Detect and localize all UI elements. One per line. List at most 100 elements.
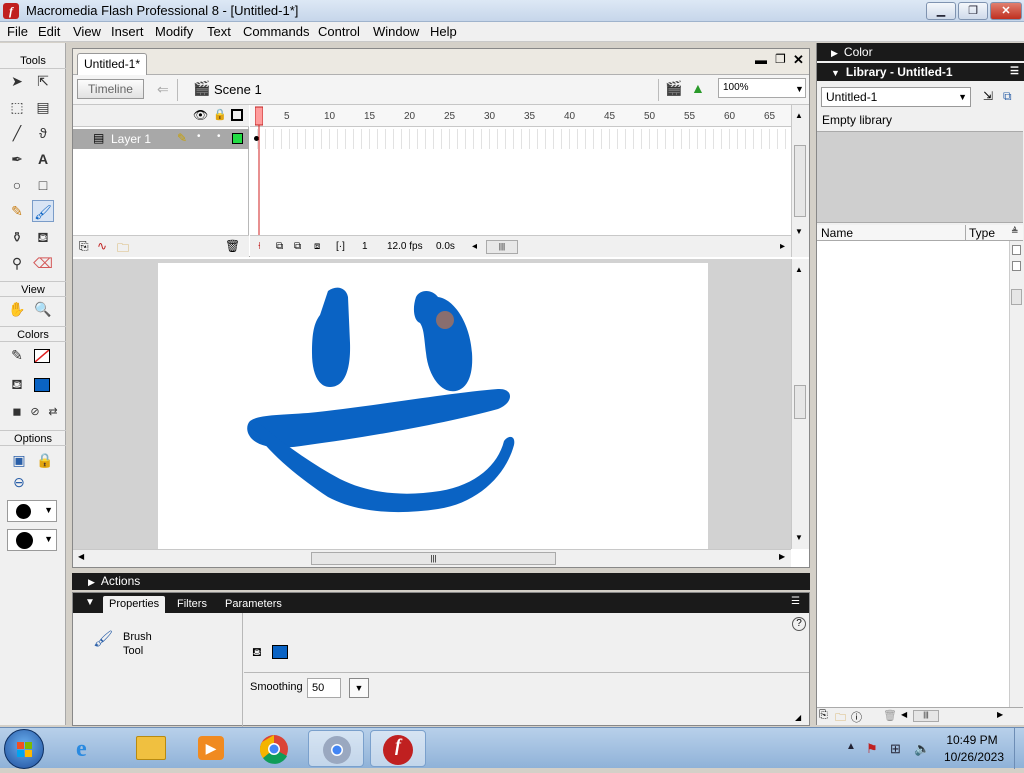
doc-restore-button[interactable]: ❐ <box>775 52 786 66</box>
pencil-tool-icon[interactable]: ✎ <box>6 200 28 222</box>
taskbar-chrome[interactable] <box>246 730 302 767</box>
panel-options-icon[interactable]: ☰ <box>791 596 800 607</box>
props-fill-swatch[interactable] <box>272 645 288 659</box>
taskbar-file-explorer[interactable] <box>124 730 180 767</box>
menu-modify[interactable]: Modify <box>155 24 193 39</box>
library-panel-header[interactable]: ▼ Library - Untitled-1 ☰ <box>817 63 1024 81</box>
menu-commands[interactable]: Commands <box>243 24 309 39</box>
lock-dot-icon[interactable]: • <box>217 131 221 142</box>
taskbar-media-player[interactable]: ▶ <box>184 730 240 767</box>
volume-icon[interactable]: 🔈 <box>914 741 930 757</box>
brush-size-select[interactable]: ▼ <box>7 500 57 522</box>
menu-edit[interactable]: Edit <box>38 24 60 39</box>
tab-properties[interactable]: Properties <box>103 596 166 613</box>
timeline-vscroll[interactable]: ▲ ▼ <box>791 105 809 257</box>
ink-bottle-tool-icon[interactable]: ⚱ <box>6 226 28 248</box>
narrow-view-icon[interactable] <box>1012 261 1021 271</box>
actions-panel-header[interactable]: ▶ Actions <box>72 573 810 590</box>
lock-icon[interactable]: 🔒 <box>213 108 227 121</box>
column-type[interactable]: Type <box>969 226 995 240</box>
lock-fill-icon[interactable]: 🔒 <box>34 449 56 471</box>
edit-symbols-icon[interactable]: ▲ <box>691 80 705 96</box>
library-list[interactable] <box>817 241 1009 707</box>
smoothing-dropdown-button[interactable]: ▼ <box>349 678 369 698</box>
delete-item-icon[interactable]: 🗑 <box>883 709 897 722</box>
insert-layer-icon[interactable]: ⎘ <box>79 239 89 254</box>
free-transform-tool-icon[interactable]: ⬚ <box>6 96 28 118</box>
layer-outline-color-icon[interactable] <box>232 133 243 144</box>
lasso-tool-icon[interactable]: ϑ <box>32 122 54 144</box>
minimize-button[interactable]: ▁ <box>926 2 956 20</box>
smoothing-input[interactable]: 50 <box>307 678 341 698</box>
selection-tool-icon[interactable]: ➤ <box>6 70 28 92</box>
menu-insert[interactable]: Insert <box>111 24 144 39</box>
doc-close-button[interactable]: ✕ <box>793 52 804 68</box>
new-library-panel-icon[interactable]: ⧉ <box>1003 89 1012 104</box>
action-center-icon[interactable]: ⚑ <box>866 741 878 757</box>
color-panel-header[interactable]: ▶ Color <box>817 43 1024 61</box>
delete-layer-icon[interactable]: 🗑 <box>225 239 240 253</box>
help-icon[interactable]: ? <box>792 617 806 631</box>
library-vscroll-thumb[interactable] <box>1011 289 1022 305</box>
library-hscroll-thumb[interactable]: ||| <box>913 710 939 722</box>
layer-name[interactable]: Layer 1 <box>111 132 151 146</box>
subselection-tool-icon[interactable]: ⇱ <box>32 70 54 92</box>
close-button[interactable]: ✕ <box>990 2 1022 20</box>
taskbar-internet-explorer[interactable]: e <box>62 730 118 767</box>
stage-vscroll[interactable]: ▲ ▼ <box>791 259 809 549</box>
line-tool-icon[interactable]: ╱ <box>6 122 28 144</box>
clock-time[interactable]: 10:49 PM <box>942 733 1002 747</box>
swap-colors-icon[interactable]: ⇄ <box>42 401 64 423</box>
tab-parameters[interactable]: Parameters <box>219 596 288 613</box>
zoom-input[interactable]: 100% <box>718 78 806 98</box>
visibility-dot-icon[interactable]: • <box>197 131 201 142</box>
text-tool-icon[interactable]: A <box>32 148 54 170</box>
panel-options-icon[interactable]: ☰ <box>1010 63 1019 81</box>
brush-mode-icon[interactable]: ⊖ <box>8 471 30 493</box>
menu-file[interactable]: File <box>7 24 28 39</box>
eraser-tool-icon[interactable]: ⌫ <box>32 252 54 274</box>
sort-order-icon[interactable]: ≜ <box>1011 226 1019 237</box>
library-document-select[interactable]: Untitled-1 ▼ <box>821 87 971 107</box>
timeline-hscroll-thumb[interactable]: ||| <box>486 240 518 254</box>
edit-multiple-frames-icon[interactable]: ⧈ <box>314 239 320 255</box>
menu-text[interactable]: Text <box>207 24 231 39</box>
network-icon[interactable]: ⊞ <box>890 741 901 757</box>
timeline-toggle-button[interactable]: Timeline <box>77 79 144 99</box>
layer-row[interactable]: ▤ Layer 1 ✎ • • <box>73 129 249 149</box>
show-desktop-button[interactable] <box>1014 728 1024 769</box>
zoom-tool-icon[interactable]: 🔍 <box>32 298 54 320</box>
menu-view[interactable]: View <box>73 24 101 39</box>
object-drawing-icon[interactable]: ▣ <box>8 449 30 471</box>
maximize-button[interactable]: ❐ <box>958 2 988 20</box>
stage-vscroll-thumb[interactable] <box>794 385 806 419</box>
rectangle-tool-icon[interactable]: □ <box>32 174 54 196</box>
brush-tool-icon[interactable]: 🖌 <box>32 200 54 222</box>
scroll-up-icon[interactable]: ▲ <box>795 265 803 274</box>
onion-skin-icon[interactable]: ⧉ <box>276 239 283 255</box>
stage-hscroll-thumb[interactable]: ||| <box>311 552 556 565</box>
chevron-down-icon[interactable]: ▼ <box>795 84 804 94</box>
library-vscroll[interactable] <box>1009 241 1023 707</box>
column-name[interactable]: Name <box>821 226 853 240</box>
start-button[interactable] <box>4 729 44 769</box>
document-tab[interactable]: Untitled-1* <box>77 53 147 75</box>
doc-minimize-button[interactable]: ▬ <box>755 53 767 67</box>
wide-view-icon[interactable] <box>1012 245 1021 255</box>
menu-help[interactable]: Help <box>430 24 457 39</box>
new-folder-icon[interactable]: 🗀 <box>835 709 846 728</box>
scroll-up-icon[interactable]: ▲ <box>795 111 803 120</box>
stage-hscroll[interactable]: ◀ ||| ▶ <box>73 549 791 567</box>
fill-color-swatch[interactable] <box>34 378 50 392</box>
show-hidden-icons[interactable]: ▲ <box>846 741 856 752</box>
onion-outlines-icon[interactable]: ⧉ <box>294 239 301 255</box>
new-symbol-icon[interactable]: ⎘ <box>819 709 828 722</box>
brush-shape-select[interactable]: ▼ <box>7 529 57 551</box>
hand-tool-icon[interactable]: ✋ <box>6 298 28 320</box>
pin-library-icon[interactable]: ⇲ <box>983 89 993 103</box>
add-motion-guide-icon[interactable]: ∿ <box>97 239 107 253</box>
scroll-down-icon[interactable]: ▼ <box>795 533 803 542</box>
taskbar-flash[interactable]: f <box>370 730 426 767</box>
center-frame-icon[interactable]: ⍿ <box>258 239 261 255</box>
stage-canvas[interactable] <box>158 263 708 549</box>
